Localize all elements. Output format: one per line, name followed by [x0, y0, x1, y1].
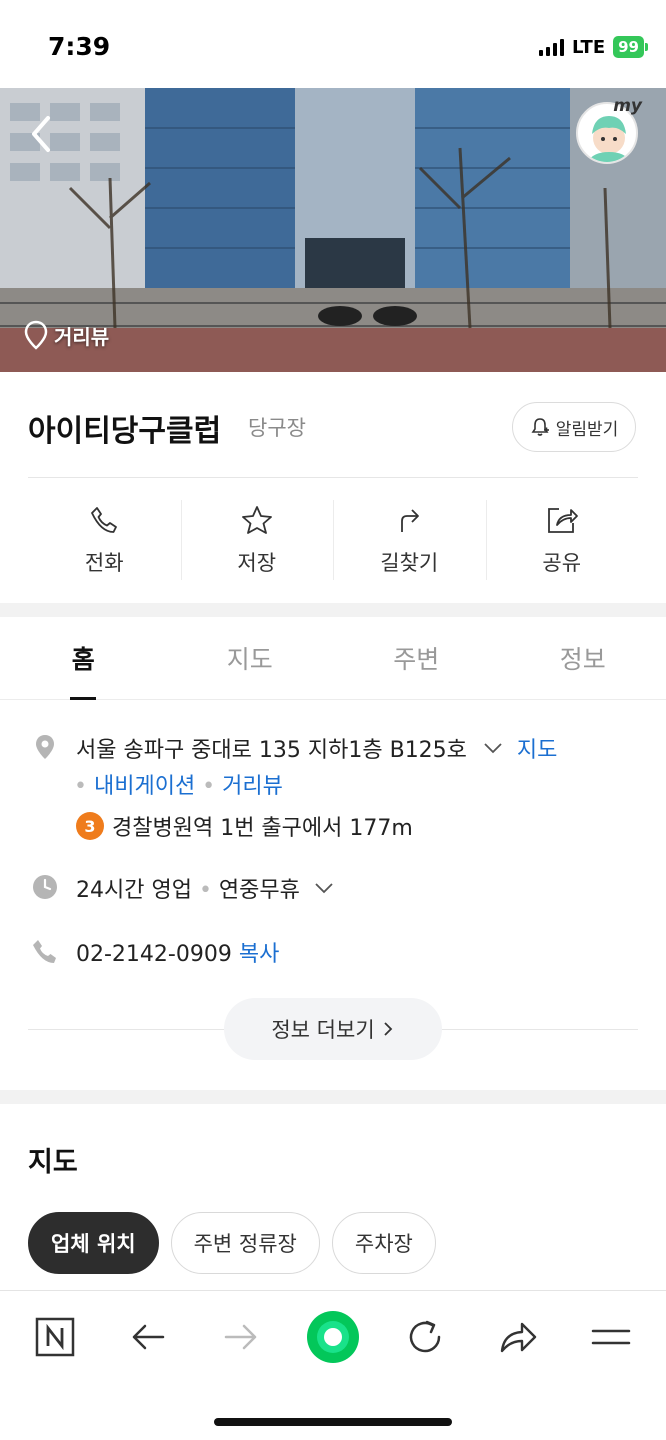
address-text: 서울 송파구 중대로 135 지하1층 B125호 [76, 738, 467, 763]
save-button[interactable]: 저장 [180, 478, 334, 603]
location-pin-icon [36, 735, 54, 759]
alarm-button[interactable]: 알림받기 [512, 402, 636, 452]
address-section: 서울 송파구 중대로 135 지하1층 B125호 지도 • 내비게이션 • 거… [0, 732, 666, 842]
chip-nearby-stops[interactable]: 주변 정류장 [170, 1212, 320, 1274]
more-info-button[interactable]: 정보 더보기 [224, 998, 442, 1060]
place-header: 아이티당구클럽 당구장 알림받기 [0, 372, 666, 478]
tab-nearby[interactable]: 주변 [333, 617, 500, 699]
address-links: • 내비게이션 • 거리뷰 [74, 774, 283, 799]
signal-icon [539, 38, 565, 56]
tab-bar: 홈 지도 주변 정보 [0, 617, 666, 700]
map-section-title: 지도 [28, 1147, 78, 1178]
location-pin-icon [24, 320, 48, 350]
alarm-label: 알림받기 [555, 419, 619, 440]
subway-line-badge: 3 [76, 812, 104, 840]
address-row: 서울 송파구 중대로 135 지하1층 B125호 지도 [76, 732, 557, 764]
section-gap [0, 1090, 666, 1104]
browser-forward-button[interactable] [213, 1309, 269, 1365]
tab-info[interactable]: 정보 [500, 617, 666, 699]
action-bar: 전화 저장 길찾기 공유 [28, 478, 638, 603]
hours-status: 24시간 영업 [76, 878, 192, 903]
subway-info: 3 경찰병원역 1번 출구에서 177m [76, 810, 413, 842]
share-button[interactable]: 공유 [485, 478, 639, 603]
phone-row: 02-2142-0909 복사 [0, 936, 666, 968]
streetview-link[interactable]: 거리뷰 [222, 774, 283, 799]
chevron-down-icon[interactable] [482, 741, 504, 755]
phone-icon [91, 506, 118, 533]
place-name: 아이티당구클럽 [28, 414, 222, 449]
hours-holiday: 연중무휴 [218, 878, 300, 903]
bell-plus-icon [531, 418, 549, 436]
streetview-button[interactable]: 거리뷰 [24, 320, 109, 350]
streetview-label: 거리뷰 [54, 324, 110, 349]
green-dot-button[interactable] [305, 1309, 361, 1365]
status-bar: 7:39 LTE 99 [0, 0, 666, 88]
menu-icon [591, 1329, 631, 1345]
network-label: LTE [572, 36, 606, 58]
directions-label: 길찾기 [380, 550, 439, 575]
section-gap [0, 603, 666, 617]
reload-icon [409, 1320, 441, 1353]
page-share-button[interactable] [490, 1309, 546, 1365]
chevron-down-icon[interactable] [313, 881, 335, 895]
status-time: 7:39 [48, 32, 111, 61]
back-button[interactable] [24, 110, 60, 158]
back-arrow-icon [132, 1324, 165, 1350]
phone-icon [33, 940, 56, 963]
call-label: 전화 [84, 550, 124, 575]
my-label: my [613, 96, 642, 116]
share-icon [547, 507, 578, 533]
subway-text: 경찰병원역 1번 출구에서 177m [112, 816, 413, 841]
call-button[interactable]: 전화 [28, 478, 181, 603]
browser-back-button[interactable] [120, 1309, 176, 1365]
phone-number[interactable]: 02-2142-0909 [76, 942, 232, 967]
star-icon [241, 505, 272, 534]
tab-map[interactable]: 지도 [167, 617, 334, 699]
tab-home[interactable]: 홈 [0, 617, 167, 700]
green-dot-icon [307, 1311, 359, 1363]
forward-arrow-icon [224, 1324, 257, 1350]
street-view-photo[interactable]: my 거리뷰 [0, 88, 666, 372]
battery-icon: 99 [613, 36, 648, 58]
address-map-link[interactable]: 지도 [517, 738, 557, 763]
share-label: 공유 [542, 550, 582, 575]
chip-business-location[interactable]: 업체 위치 [28, 1212, 159, 1274]
chevron-left-icon [32, 116, 50, 152]
chip-parking[interactable]: 주차장 [331, 1212, 436, 1274]
naver-home-icon [35, 1317, 75, 1357]
status-indicators: LTE 99 [539, 36, 648, 58]
more-info-label: 정보 더보기 [271, 1018, 375, 1042]
navigation-link[interactable]: 내비게이션 [94, 774, 195, 799]
menu-button[interactable] [583, 1309, 639, 1365]
place-category: 당구장 [248, 416, 306, 440]
chevron-right-icon [384, 1022, 392, 1036]
share-arrow-icon [500, 1322, 537, 1353]
reload-button[interactable] [397, 1309, 453, 1365]
copy-phone-button[interactable]: 복사 [239, 942, 279, 967]
map-filter-chips: 업체 위치 주변 정류장 주차장 [28, 1212, 436, 1274]
browser-toolbar [0, 1290, 666, 1440]
hours-row[interactable]: 24시간 영업 • 연중무휴 [0, 872, 666, 904]
save-label: 저장 [237, 550, 277, 575]
naver-home-button[interactable] [27, 1309, 83, 1365]
clock-icon [33, 875, 57, 899]
directions-button[interactable]: 길찾기 [333, 478, 486, 603]
home-indicator [214, 1418, 452, 1426]
directions-icon [401, 508, 420, 532]
